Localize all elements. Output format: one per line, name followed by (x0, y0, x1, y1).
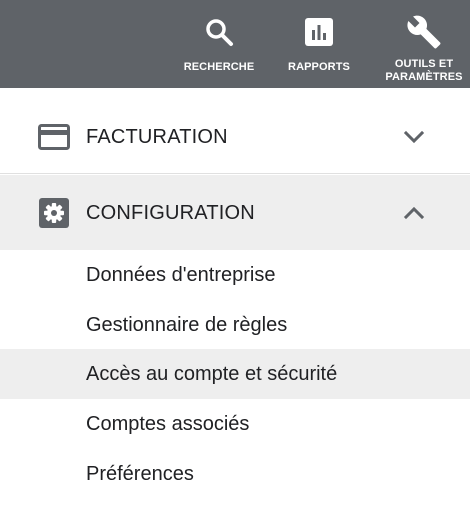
section-divider (0, 173, 470, 174)
section-billing-title: FACTURATION (86, 126, 228, 148)
section-billing[interactable]: FACTURATION (0, 99, 470, 174)
menu-item-label: Données d'entreprise (86, 264, 276, 286)
menu-item-label: Accès au compte et sécurité (86, 363, 338, 385)
search-button[interactable]: RECHERCHE (178, 0, 260, 88)
menu-item-linked-accounts[interactable]: Comptes associés (0, 399, 470, 449)
gear-icon (38, 198, 70, 228)
menu-item-rules-manager[interactable]: Gestionnaire de règles (0, 300, 470, 350)
wrench-icon (406, 14, 442, 50)
chevron-up-icon[interactable] (400, 201, 428, 225)
credit-card-icon (38, 123, 70, 151)
menu-item-preferences[interactable]: Préférences (0, 449, 470, 499)
section-configuration-title: CONFIGURATION (86, 202, 255, 224)
search-label: RECHERCHE (183, 61, 255, 73)
section-configuration[interactable]: CONFIGURATION (0, 175, 470, 250)
reports-label: RAPPORTS (288, 61, 350, 73)
reports-icon (301, 14, 337, 50)
tools-settings-button[interactable]: OUTILS ET PARAMÈTRES (378, 0, 470, 88)
menu-item-label: Comptes associés (86, 413, 250, 435)
menu-item-account-access-security[interactable]: Accès au compte et sécurité (0, 349, 470, 399)
search-icon (201, 14, 237, 50)
menu-item-business-data[interactable]: Données d'entreprise (0, 250, 470, 300)
menu-item-label: Gestionnaire de règles (86, 314, 288, 336)
menu-item-label: Préférences (86, 463, 194, 485)
top-toolbar: RECHERCHE RAPPORTS OUTILS ET PARAMÈTRES (0, 0, 470, 88)
tools-settings-label: OUTILS ET PARAMÈTRES (385, 58, 463, 83)
chevron-down-icon[interactable] (400, 125, 428, 149)
reports-button[interactable]: RAPPORTS (278, 0, 360, 88)
